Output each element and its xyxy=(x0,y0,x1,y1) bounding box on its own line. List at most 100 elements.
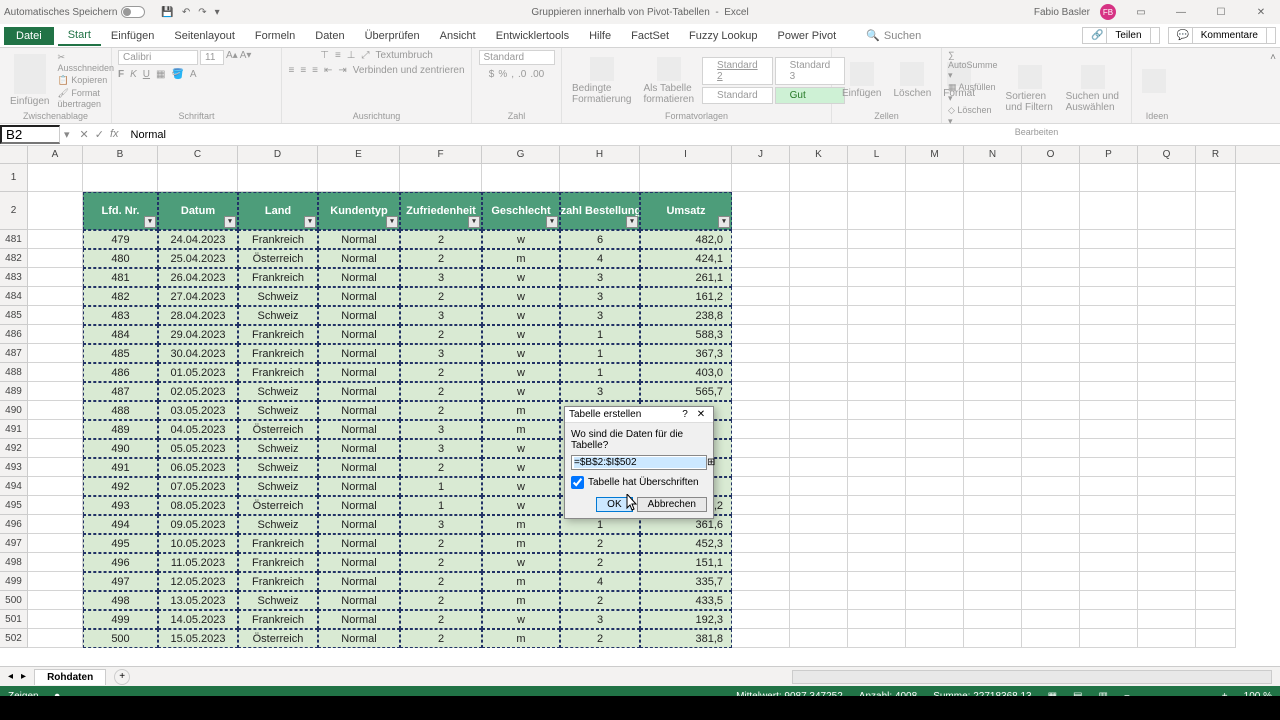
row-head[interactable]: 1 xyxy=(0,164,28,192)
table-header[interactable]: Zufriedenheit▾ xyxy=(400,192,482,230)
table-cell[interactable]: 10.05.2023 xyxy=(158,534,238,553)
row-head[interactable]: 500 xyxy=(0,591,28,610)
table-cell[interactable]: Normal xyxy=(318,591,400,610)
table-cell[interactable]: 1 xyxy=(560,363,640,382)
row-head[interactable]: 485 xyxy=(0,306,28,325)
table-cell[interactable]: 482,0 xyxy=(640,230,732,249)
col-J[interactable]: J xyxy=(732,146,790,163)
style-standard[interactable]: Standard xyxy=(702,87,773,104)
table-cell[interactable]: Normal xyxy=(318,496,400,515)
table-cell[interactable]: 30.04.2023 xyxy=(158,344,238,363)
row-head[interactable]: 481 xyxy=(0,230,28,249)
underline-icon[interactable]: U xyxy=(143,69,150,80)
table-cell[interactable]: 27.04.2023 xyxy=(158,287,238,306)
tab-fuzzy[interactable]: Fuzzy Lookup xyxy=(679,27,767,45)
table-cell[interactable]: m xyxy=(482,420,560,439)
table-cell[interactable]: 335,7 xyxy=(640,572,732,591)
table-cell[interactable]: 3 xyxy=(400,439,482,458)
col-Q[interactable]: Q xyxy=(1138,146,1196,163)
table-cell[interactable]: 496 xyxy=(83,553,158,572)
table-cell[interactable]: Frankreich xyxy=(238,230,318,249)
table-cell[interactable]: Schweiz xyxy=(238,287,318,306)
table-cell[interactable]: 367,3 xyxy=(640,344,732,363)
col-E[interactable]: E xyxy=(318,146,400,163)
table-cell[interactable]: 13.05.2023 xyxy=(158,591,238,610)
table-cell[interactable]: 11.05.2023 xyxy=(158,553,238,572)
table-cell[interactable]: Normal xyxy=(318,306,400,325)
table-cell[interactable]: w xyxy=(482,477,560,496)
table-cell[interactable]: 500 xyxy=(83,629,158,648)
copy-button[interactable]: 📋 Kopieren xyxy=(57,75,114,86)
table-cell[interactable]: m xyxy=(482,515,560,534)
table-cell[interactable]: 3 xyxy=(400,515,482,534)
table-cell[interactable]: 2 xyxy=(400,325,482,344)
table-cell[interactable]: Normal xyxy=(318,344,400,363)
table-cell[interactable]: 497 xyxy=(83,572,158,591)
indent-dec-icon[interactable]: ⇤ xyxy=(324,65,332,76)
table-cell[interactable]: 452,3 xyxy=(640,534,732,553)
cancel-formula-icon[interactable]: ✕ xyxy=(80,128,89,141)
filter-icon[interactable]: ▾ xyxy=(386,216,398,228)
fill-color-icon[interactable]: 🪣 xyxy=(171,69,183,80)
dialog-help-icon[interactable]: ? xyxy=(677,409,693,420)
table-cell[interactable]: 26.04.2023 xyxy=(158,268,238,287)
row-head[interactable]: 497 xyxy=(0,534,28,553)
comments-button[interactable]: 💬 Kommentare xyxy=(1168,27,1276,44)
col-M[interactable]: M xyxy=(906,146,964,163)
row-head[interactable]: 493 xyxy=(0,458,28,477)
percent-icon[interactable]: % xyxy=(498,69,507,80)
table-cell[interactable]: Normal xyxy=(318,553,400,572)
table-cell[interactable]: Normal xyxy=(318,420,400,439)
filter-icon[interactable]: ▾ xyxy=(224,216,236,228)
style-standard2[interactable]: Standard 2 xyxy=(702,57,773,85)
has-headers-checkbox[interactable]: Tabelle hat Überschriften xyxy=(571,476,707,489)
checkbox[interactable] xyxy=(571,476,584,489)
table-cell[interactable]: 2 xyxy=(400,534,482,553)
table-cell[interactable]: 491 xyxy=(83,458,158,477)
filter-icon[interactable]: ▾ xyxy=(144,216,156,228)
table-cell[interactable]: m xyxy=(482,572,560,591)
table-cell[interactable]: Frankreich xyxy=(238,363,318,382)
table-cell[interactable]: 482 xyxy=(83,287,158,306)
col-N[interactable]: N xyxy=(964,146,1022,163)
table-cell[interactable]: 161,2 xyxy=(640,287,732,306)
tab-formulas[interactable]: Formeln xyxy=(245,27,305,45)
col-L[interactable]: L xyxy=(848,146,906,163)
table-cell[interactable]: 485 xyxy=(83,344,158,363)
table-cell[interactable]: w xyxy=(482,553,560,572)
undo-icon[interactable]: ↶ xyxy=(182,7,190,18)
table-cell[interactable]: Normal xyxy=(318,439,400,458)
table-cell[interactable]: w xyxy=(482,382,560,401)
filter-icon[interactable]: ▾ xyxy=(718,216,730,228)
table-cell[interactable]: Österreich xyxy=(238,420,318,439)
row-head[interactable]: 498 xyxy=(0,553,28,572)
cut-button[interactable]: ✂ Ausschneiden xyxy=(57,52,114,73)
table-cell[interactable]: 03.05.2023 xyxy=(158,401,238,420)
row-head[interactable]: 494 xyxy=(0,477,28,496)
table-cell[interactable]: Normal xyxy=(318,249,400,268)
table-cell[interactable]: m xyxy=(482,591,560,610)
tab-developer[interactable]: Entwicklertools xyxy=(486,27,579,45)
fill-button[interactable]: ▦ Ausfüllen ▾ xyxy=(948,82,998,104)
tab-start[interactable]: Start xyxy=(58,26,101,46)
table-cell[interactable]: Frankreich xyxy=(238,325,318,344)
table-cell[interactable]: m xyxy=(482,534,560,553)
filter-icon[interactable]: ▾ xyxy=(546,216,558,228)
table-cell[interactable]: Normal xyxy=(318,325,400,344)
table-cell[interactable]: Frankreich xyxy=(238,610,318,629)
format-painter-button[interactable]: 🖌 Format übertragen xyxy=(57,88,114,109)
table-cell[interactable]: 2 xyxy=(400,629,482,648)
table-cell[interactable]: 3 xyxy=(400,344,482,363)
table-cell[interactable]: 2 xyxy=(400,401,482,420)
table-cell[interactable]: 6 xyxy=(560,230,640,249)
table-cell[interactable]: 565,7 xyxy=(640,382,732,401)
table-cell[interactable]: w xyxy=(482,306,560,325)
range-input[interactable] xyxy=(574,457,706,468)
sheet-tab[interactable]: Rohdaten xyxy=(34,669,106,685)
table-cell[interactable]: Schweiz xyxy=(238,458,318,477)
clear-button[interactable]: ◇ Löschen ▾ xyxy=(948,105,998,127)
fx-icon[interactable]: fx xyxy=(110,128,119,141)
table-cell[interactable]: 484 xyxy=(83,325,158,344)
table-cell[interactable]: 2 xyxy=(400,458,482,477)
font-color-icon[interactable]: A xyxy=(190,69,197,80)
